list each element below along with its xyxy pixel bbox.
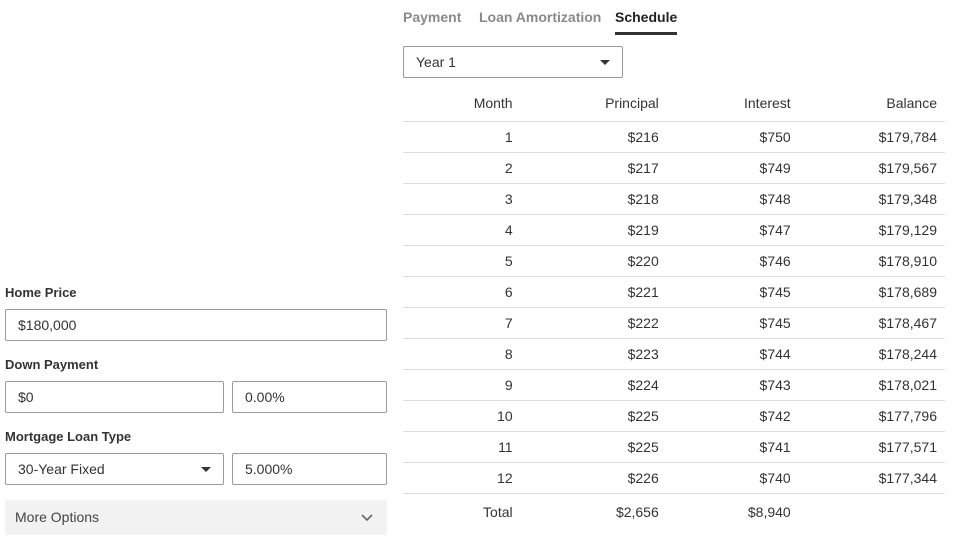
cell-balance: $177,796 xyxy=(790,399,945,431)
cell-balance: $178,689 xyxy=(790,275,945,307)
more-options-toggle[interactable]: More Options xyxy=(5,500,387,535)
caret-down-icon xyxy=(201,467,211,472)
table-row: 5 $220 $746 $178,910 xyxy=(403,244,945,276)
table-header-row: Month Principal Interest Balance xyxy=(403,86,945,121)
cell-balance: $179,129 xyxy=(790,213,945,245)
cell-balance: $177,344 xyxy=(790,461,945,493)
cell-balance: $178,021 xyxy=(790,368,945,400)
chevron-down-icon xyxy=(361,514,373,522)
cell-month: 10 xyxy=(403,399,513,431)
cell-principal: $216 xyxy=(512,120,659,152)
cell-interest: $750 xyxy=(658,120,791,152)
caret-down-icon xyxy=(600,60,610,65)
cell-interest: $745 xyxy=(658,275,791,307)
cell-month: 9 xyxy=(403,368,513,400)
column-header-principal: Principal xyxy=(605,95,659,112)
total-interest: $8,940 xyxy=(658,492,791,530)
amortization-schedule-table: Month Principal Interest Balance 1 $216 $7… xyxy=(403,86,945,530)
table-row: 4 $219 $747 $179,129 xyxy=(403,213,945,245)
column-header-balance: Balance xyxy=(886,95,937,112)
loan-type-label: Mortgage Loan Type xyxy=(5,429,132,444)
results-panel: Payment Loan Amortization Schedule Year … xyxy=(403,0,945,547)
cell-month: 8 xyxy=(403,337,513,369)
cell-balance: $179,348 xyxy=(790,182,945,214)
cell-interest: $740 xyxy=(658,461,791,493)
cell-principal: $222 xyxy=(512,306,659,338)
total-label: Total xyxy=(403,492,513,530)
cell-interest: $745 xyxy=(658,306,791,338)
cell-month: 11 xyxy=(403,430,513,462)
tab-loan-amortization[interactable]: Loan Amortization xyxy=(479,9,601,35)
cell-principal: $218 xyxy=(512,182,659,214)
table-row: 2 $217 $749 $179,567 xyxy=(403,151,945,183)
cell-interest: $743 xyxy=(658,368,791,400)
cell-principal: $226 xyxy=(512,461,659,493)
down-payment-label: Down Payment xyxy=(5,357,99,372)
cell-interest: $746 xyxy=(658,244,791,276)
cell-month: 5 xyxy=(403,244,513,276)
table-row: 10 $225 $742 $177,796 xyxy=(403,399,945,431)
cell-month: 12 xyxy=(403,461,513,493)
more-options-label: More Options xyxy=(15,509,100,525)
cell-month: 6 xyxy=(403,275,513,307)
loan-type-value: 30-Year Fixed xyxy=(18,461,105,477)
cell-principal: $224 xyxy=(512,368,659,400)
cell-principal: $225 xyxy=(512,430,659,462)
cell-balance: $178,910 xyxy=(790,244,945,276)
cell-principal: $225 xyxy=(512,399,659,431)
tab-payment[interactable]: Payment xyxy=(403,9,461,35)
cell-interest: $744 xyxy=(658,337,791,369)
cell-month: 3 xyxy=(403,182,513,214)
cell-principal: $217 xyxy=(512,151,659,183)
total-principal: $2,656 xyxy=(512,492,659,530)
home-price-label: Home Price xyxy=(5,285,77,300)
cell-month: 4 xyxy=(403,213,513,245)
table-row: 9 $224 $743 $178,021 xyxy=(403,368,945,400)
table-total-row: Total $2,656 $8,940 xyxy=(403,492,945,530)
table-row: 11 $225 $741 $177,571 xyxy=(403,430,945,462)
table-row: 7 $222 $745 $178,467 xyxy=(403,306,945,338)
cell-month: 1 xyxy=(403,120,513,152)
table-row: 8 $223 $744 $178,244 xyxy=(403,337,945,369)
table-row: 3 $218 $748 $179,348 xyxy=(403,182,945,214)
table-row: 1 $216 $750 $179,784 xyxy=(403,120,945,152)
cell-balance: $179,567 xyxy=(790,151,945,183)
tab-schedule[interactable]: Schedule xyxy=(615,9,678,35)
cell-month: 2 xyxy=(403,151,513,183)
cell-balance: $178,467 xyxy=(790,306,945,338)
table-row: 12 $226 $740 $177,344 xyxy=(403,461,945,493)
column-header-month: Month xyxy=(473,95,513,112)
interest-rate-input[interactable]: 5.000% xyxy=(232,453,387,485)
table-row: 6 $221 $745 $178,689 xyxy=(403,275,945,307)
cell-principal: $221 xyxy=(512,275,659,307)
cell-principal: $219 xyxy=(512,213,659,245)
down-payment-amount-input[interactable]: $0 xyxy=(5,381,224,413)
year-select-value: Year 1 xyxy=(416,54,456,70)
cell-interest: $748 xyxy=(658,182,791,214)
year-select[interactable]: Year 1 xyxy=(403,46,623,78)
total-balance xyxy=(790,492,945,530)
cell-month: 7 xyxy=(403,306,513,338)
cell-balance: $179,784 xyxy=(790,120,945,152)
cell-interest: $749 xyxy=(658,151,791,183)
down-payment-percent-input[interactable]: 0.00% xyxy=(232,381,387,413)
column-header-interest: Interest xyxy=(744,95,791,112)
cell-principal: $223 xyxy=(512,337,659,369)
cell-interest: $747 xyxy=(658,213,791,245)
cell-principal: $220 xyxy=(512,244,659,276)
cell-balance: $177,571 xyxy=(790,430,945,462)
mortgage-form: Home Price $180,000 Down Payment $0 0.00… xyxy=(5,0,387,547)
home-price-input[interactable]: $180,000 xyxy=(5,309,387,341)
loan-type-select[interactable]: 30-Year Fixed xyxy=(5,453,224,485)
cell-interest: $741 xyxy=(658,430,791,462)
cell-balance: $178,244 xyxy=(790,337,945,369)
cell-interest: $742 xyxy=(658,399,791,431)
